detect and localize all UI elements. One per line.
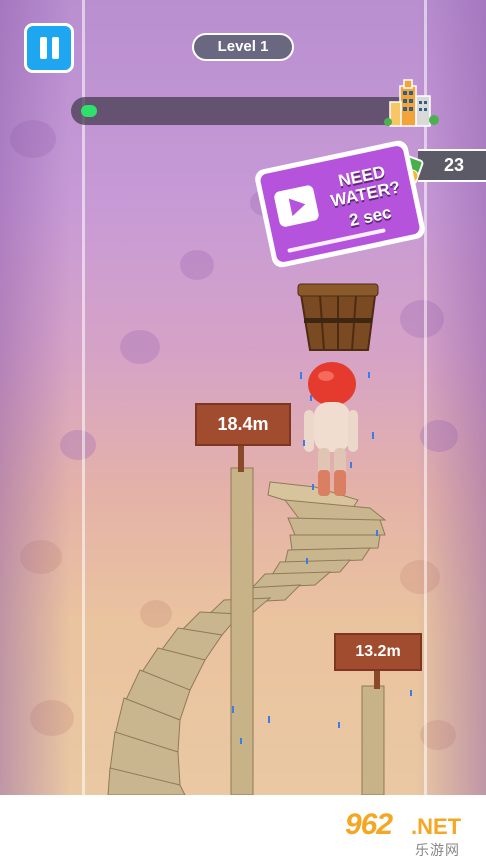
height-sign: 13.2m [334, 633, 422, 671]
height-sign: 18.4m [195, 403, 291, 446]
city-buildings-icon [384, 79, 439, 127]
progress-fill [81, 105, 97, 117]
video-play-icon [273, 184, 320, 228]
money-counter: 23 [418, 149, 486, 182]
level-progress-bar [71, 97, 411, 125]
sign-pole [361, 685, 385, 795]
player-character [304, 362, 358, 496]
level-label: Level 1 [192, 33, 294, 61]
water-bucket [297, 283, 379, 351]
watermark-subtitle: 乐游网 [415, 842, 460, 858]
sign-post [374, 671, 380, 689]
watermark-logo: 962 [345, 808, 393, 841]
money-count: 23 [443, 155, 465, 175]
sign-post [238, 446, 244, 472]
site-watermark: 962 .NET 乐游网 [345, 808, 480, 858]
watermark-suffix: .NET [411, 814, 462, 839]
sign-pole [230, 467, 254, 795]
pause-button[interactable] [24, 23, 74, 73]
